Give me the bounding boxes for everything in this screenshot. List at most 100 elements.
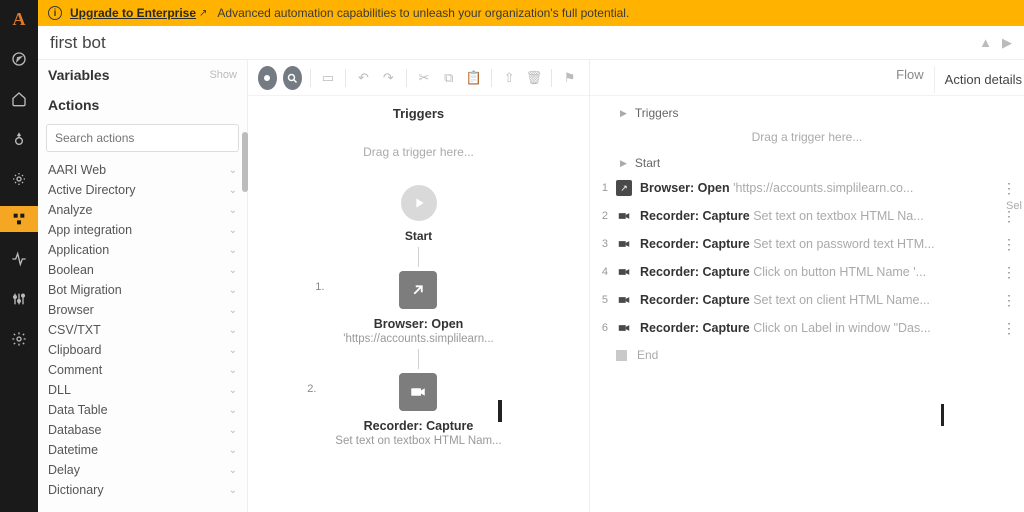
brand-logo[interactable]: A	[0, 6, 38, 32]
camera-icon	[616, 264, 632, 280]
record-button[interactable]	[258, 66, 277, 90]
step-title: Recorder: Capture	[364, 419, 474, 433]
list-row[interactable]: 6 Recorder: Capture Click on Label in win…	[590, 314, 1024, 342]
flow-step-2[interactable]: 2. Recorder: Capture Set text on textbox…	[335, 373, 501, 447]
sliders-icon[interactable]	[0, 286, 38, 312]
external-link-icon: ↗	[199, 8, 207, 19]
step-number: 1.	[315, 281, 324, 293]
chevron-down-icon: ⌄	[229, 405, 237, 416]
action-group[interactable]: Application⌄	[38, 240, 247, 260]
icon-rail: A	[0, 0, 38, 512]
chevron-down-icon: ⌄	[229, 425, 237, 436]
start-label: Start	[405, 229, 432, 243]
list-triggers-label: Triggers	[635, 106, 679, 120]
more-icon[interactable]: ⋮	[1002, 181, 1016, 195]
upgrade-link[interactable]: Upgrade to Enterprise	[70, 6, 196, 20]
action-group[interactable]: CSV/TXT⌄	[38, 320, 247, 340]
banner-desc: Advanced automation capabilities to unle…	[217, 6, 629, 20]
action-group[interactable]: DLL⌄	[38, 380, 247, 400]
search-actions-input[interactable]	[46, 124, 239, 152]
chevron-down-icon: ⌄	[229, 485, 237, 496]
activity-icon[interactable]	[0, 246, 38, 272]
play-circle-icon	[401, 185, 437, 221]
chevron-down-icon: ⌄	[229, 325, 237, 336]
step-number: 2.	[307, 383, 316, 395]
list-drag-hint: Drag a trigger here...	[590, 124, 1024, 152]
action-group[interactable]: Delay⌄	[38, 460, 247, 480]
list-row[interactable]: 4Recorder: Capture Click on button HTML …	[590, 258, 1024, 286]
action-group[interactable]: App integration⌄	[38, 220, 247, 240]
action-group[interactable]: Data Table⌄	[38, 400, 247, 420]
title-bar: first bot ▲ ▶	[38, 26, 1024, 60]
camera-icon	[399, 373, 437, 411]
more-icon[interactable]: ⋮	[1002, 237, 1016, 251]
camera-icon	[616, 208, 632, 224]
packages-icon[interactable]	[0, 206, 38, 232]
step-subtitle: Set text on textbox HTML Nam...	[335, 435, 501, 447]
step-subtitle: 'https://accounts.simplilearn...	[343, 333, 493, 345]
action-group[interactable]: Clipboard⌄	[38, 340, 247, 360]
action-group[interactable]: Datetime⌄	[38, 440, 247, 460]
home-icon[interactable]	[0, 86, 38, 112]
bot-icon[interactable]	[0, 126, 38, 152]
open-link-icon	[399, 271, 437, 309]
chevron-down-icon: ⌄	[229, 305, 237, 316]
screen-icon[interactable]: ▭	[318, 66, 337, 90]
start-node[interactable]: Start	[401, 185, 437, 243]
action-group[interactable]: Boolean⌄	[38, 260, 247, 280]
action-group[interactable]: AARI Web⌄	[38, 160, 247, 180]
play-icon[interactable]: ▶	[1002, 35, 1012, 51]
list-row[interactable]: 2Recorder: Capture Set text on textbox H…	[590, 202, 1024, 230]
action-group[interactable]: Comment⌄	[38, 360, 247, 380]
cut-icon[interactable]: ✂	[414, 66, 433, 90]
row-label: Recorder: Capture Set text on password t…	[640, 237, 994, 251]
list-panel: Flow List Dual Action details ▶Triggers …	[590, 60, 1024, 512]
list-start-header[interactable]: ▶Start	[590, 152, 1024, 174]
variables-show[interactable]: Show	[209, 69, 237, 81]
compass-icon[interactable]	[0, 46, 38, 72]
camera-icon	[616, 236, 632, 252]
up-icon[interactable]: ⇧	[500, 66, 519, 90]
chevron-down-icon: ⌄	[229, 165, 237, 176]
flow-step-1[interactable]: 1. Browser: Open 'https://accounts.simpl…	[343, 271, 493, 345]
delete-icon[interactable]: 🗑	[525, 66, 544, 90]
chevron-down-icon: ⌄	[229, 185, 237, 196]
row-number: 6	[594, 322, 608, 334]
flow-panel: ▭ ↶ ↷ ✂ ⧉ 📋 ⇧ 🗑 ⚑ Triggers Drag a tr	[248, 60, 590, 512]
row-label: Recorder: Capture Click on Label in wind…	[640, 321, 994, 335]
action-details-panel[interactable]: Action details	[934, 66, 1024, 93]
chevron-down-icon: ⌄	[229, 225, 237, 236]
chevron-down-icon: ⌄	[229, 385, 237, 396]
action-group[interactable]: Dictionary⌄	[38, 480, 247, 500]
undo-icon[interactable]: ↶	[354, 66, 373, 90]
chevron-down-icon: ⌄	[229, 445, 237, 456]
tab-flow[interactable]: Flow	[896, 67, 923, 88]
list-row[interactable]: 3 Recorder: Capture Set text on password …	[590, 230, 1024, 258]
gear-icon[interactable]	[0, 166, 38, 192]
action-group[interactable]: Database⌄	[38, 420, 247, 440]
more-icon[interactable]: ⋮	[1002, 321, 1016, 335]
row-label: Recorder: Capture Set text on textbox HT…	[640, 209, 994, 223]
action-group[interactable]: Bot Migration⌄	[38, 280, 247, 300]
settings-icon[interactable]	[0, 326, 38, 352]
inspect-button[interactable]	[283, 66, 302, 90]
flag-icon[interactable]: ⚑	[560, 66, 579, 90]
action-group[interactable]: Active Directory⌄	[38, 180, 247, 200]
more-icon[interactable]: ⋮	[1002, 265, 1016, 279]
warning-icon[interactable]: ▲	[979, 35, 992, 50]
camera-icon	[616, 292, 632, 308]
redo-icon[interactable]: ↷	[379, 66, 398, 90]
variables-label: Variables	[48, 67, 110, 83]
more-icon[interactable]: ⋮	[1002, 293, 1016, 307]
row-number: 3	[594, 238, 608, 250]
paste-icon[interactable]: 📋	[464, 66, 483, 90]
list-triggers-header[interactable]: ▶Triggers	[590, 102, 1024, 124]
list-row[interactable]: 5Recorder: Capture Set text on client HT…	[590, 286, 1024, 314]
list-row[interactable]: 1↗Browser: Open 'https://accounts.simpli…	[590, 174, 1024, 202]
info-icon: i	[48, 6, 62, 20]
flow-canvas[interactable]: Triggers Drag a trigger here... Start 1.…	[248, 96, 589, 512]
action-group[interactable]: Analyze⌄	[38, 200, 247, 220]
action-group[interactable]: Browser⌄	[38, 300, 247, 320]
copy-icon[interactable]: ⧉	[439, 66, 458, 90]
variables-header[interactable]: Variables Show	[38, 60, 247, 90]
